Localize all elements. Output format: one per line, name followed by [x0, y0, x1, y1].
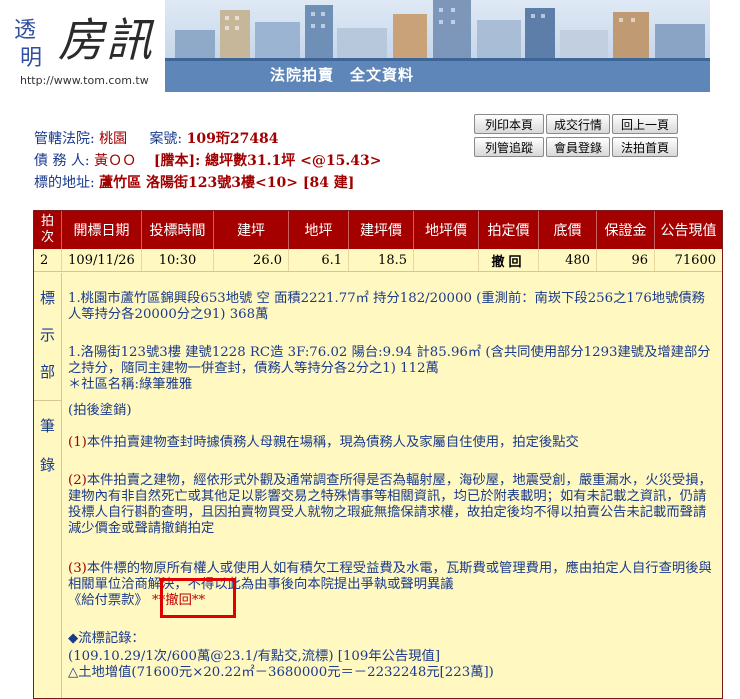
- debtor-line: 債 務 人: 黃ＯＯ [謄本]: 總坪數31.1坪 <@15.43>: [34, 150, 381, 170]
- payment-label: 《給付票款》: [68, 593, 148, 608]
- auction-detail-table: 拍次 開標日期 投標時間 建坪 地坪 建坪價 地坪價 拍定價 底價 保證金 公告…: [33, 210, 723, 699]
- revoked-highlight-box: [160, 578, 236, 618]
- debtor-label: 債 務 人:: [34, 153, 90, 169]
- header-announced-value: 公告現值: [660, 223, 717, 239]
- header-deposit: 保證金: [597, 211, 655, 249]
- failed-auction-record: (109.10.29/1次/600萬@23.1/有點交,流標) [109年公告現…: [68, 649, 441, 664]
- land-description: 1.桃園市蘆竹區錦興段653地號 空 面積2221.77㎡ 持分182/2000…: [68, 291, 705, 322]
- note-cancel-after: (拍後塗銷): [68, 403, 132, 418]
- cell-land-area: 6.1: [289, 249, 349, 271]
- note-1-prefix: (1): [68, 435, 87, 450]
- case-label: 案號:: [149, 131, 183, 147]
- header-land-area: 地坪: [289, 211, 349, 249]
- debtor-value: 黃ＯＯ: [94, 153, 137, 169]
- table-header: 拍次 開標日期 投標時間 建坪 地坪 建坪價 地坪價 拍定價 底價 保證金 公告…: [34, 211, 722, 249]
- cell-announced-value: 71600: [674, 252, 716, 268]
- market-price-button[interactable]: 成交行情: [546, 114, 610, 134]
- banner-title: 法院拍賣 全文資料: [270, 66, 415, 84]
- cell-land-price: [414, 249, 479, 271]
- land-value-increment: △土地增值(71600元×20.22㎡－3680000元＝－2232248元[2…: [68, 665, 494, 680]
- case-value: 109珩27484: [186, 131, 279, 147]
- note-1-text: 本件拍賣建物查封時據債務人母親在場稱，現為債務人及家屬自住使用，拍定後點交: [86, 435, 579, 450]
- copy-summary[interactable]: [謄本]: 總坪數31.1坪 <@15.43>: [154, 153, 382, 169]
- court-case-line: 管轄法院: 桃園 案號: 109珩27484: [34, 128, 279, 148]
- logo-char-2: 明: [20, 46, 43, 71]
- cell-deposit: 96: [597, 249, 655, 271]
- failed-auction-title: ◆流標記錄：: [68, 631, 145, 646]
- header-round-line1: 拍: [40, 214, 54, 229]
- notes-section-label: 筆 錄: [34, 401, 62, 698]
- note-2-prefix: (2): [68, 473, 87, 488]
- cell-bid-time: 10:30: [142, 249, 214, 271]
- site-banner: 透 明 房訊 http://www.tom.com.tw 法院拍賣 全文資料: [0, 0, 740, 92]
- track-button[interactable]: 列管追蹤: [474, 137, 544, 157]
- cell-open-date: 109/11/26: [62, 249, 142, 271]
- city-skyline-image: [165, 0, 710, 92]
- logo-wordmark: 房訊: [58, 13, 154, 67]
- cell-result: 撤回: [479, 249, 539, 271]
- mark-label-char-2: 示: [39, 326, 55, 344]
- header-bid-time: 投標時間: [142, 211, 214, 249]
- notes-label-char-2: 錄: [39, 456, 55, 474]
- header-build-area: 建坪: [214, 211, 289, 249]
- site-logo[interactable]: 透 明 房訊: [14, 6, 164, 76]
- building-description: 1.洛陽街123號3樓 建號1228 RC造 3F:76.02 陽台:9.94 …: [68, 345, 711, 376]
- site-url: http://www.tom.com.tw: [20, 74, 149, 87]
- address-value: 蘆竹區 洛陽街123號3樓<10> [84 建]: [99, 175, 355, 191]
- mark-label-char-1: 標: [39, 289, 55, 307]
- print-page-button[interactable]: 列印本頁: [474, 114, 544, 134]
- header-build-price: 建坪價: [349, 211, 414, 249]
- note-2-text: 本件拍賣之建物，經依形式外觀及通常調查所得是否為輻射屋，海砂屋，地震受創，嚴重漏…: [68, 473, 712, 536]
- note-1: (1)本件拍賣建物查封時據債務人母親在場稱，現為債務人及家屬自住使用，拍定後點交: [68, 435, 718, 451]
- table-row: 2 109/11/26 10:30 26.0 6.1 18.5 撤回 480 9…: [34, 249, 722, 272]
- note-2: (2)本件拍賣之建物，經依形式外觀及通常調查所得是否為輻射屋，海砂屋，地震受創，…: [68, 473, 718, 537]
- header-land-price: 地坪價: [414, 211, 479, 249]
- header-winning-price: 拍定價: [479, 211, 539, 249]
- header-base-price: 底價: [539, 211, 597, 249]
- court-value: 桃園: [99, 131, 128, 147]
- cell-build-price: 18.5: [349, 249, 414, 271]
- cell-base-price: 480: [539, 249, 597, 271]
- header-open-date: 開標日期: [62, 211, 142, 249]
- member-login-button[interactable]: 會員登錄: [546, 137, 610, 157]
- auction-home-button[interactable]: 法拍首頁: [612, 137, 678, 157]
- address-label: 標的地址:: [34, 175, 95, 191]
- address-line: 標的地址: 蘆竹區 洛陽街123號3樓<10> [84 建]: [34, 172, 354, 192]
- header-round: 拍次: [34, 211, 62, 249]
- notes-label-char-1: 筆: [39, 417, 55, 435]
- community-name: ＊社區名稱:綠筆雅雅: [68, 377, 193, 392]
- mark-label-char-3: 部: [39, 363, 55, 381]
- cell-round: 2: [34, 249, 62, 271]
- header-round-line2: 次: [40, 230, 54, 245]
- cell-build-area: 26.0: [214, 249, 289, 271]
- note-3-prefix: (3): [68, 561, 87, 576]
- back-button[interactable]: 回上一頁: [612, 114, 678, 134]
- court-label: 管轄法院:: [34, 131, 95, 147]
- mark-section-label: 標 示 部: [34, 273, 62, 401]
